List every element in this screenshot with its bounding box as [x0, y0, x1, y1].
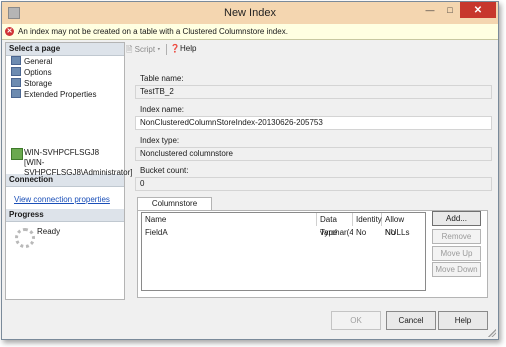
- page-item-options[interactable]: Options: [11, 67, 52, 77]
- index-name-label: Index name:: [140, 105, 185, 114]
- index-type-field[interactable]: Nonclustered columnstore: [135, 147, 492, 161]
- help-label: Help: [179, 44, 197, 53]
- tab-columnstore-columns[interactable]: Columnstore columns: [137, 197, 212, 220]
- index-type-label: Index type:: [140, 136, 180, 145]
- progress-spinner-icon: [15, 228, 35, 248]
- bucket-count-label: Bucket count:: [140, 166, 189, 175]
- remove-column-button[interactable]: Remove: [432, 229, 481, 244]
- page-icon: [11, 56, 21, 65]
- maximize-button[interactable]: □: [440, 2, 460, 18]
- column-header-name[interactable]: Name: [142, 213, 317, 226]
- page-icon: [11, 67, 21, 76]
- page-item-storage[interactable]: Storage: [11, 78, 52, 88]
- select-page-header: Select a page: [6, 43, 124, 56]
- bucket-count-field[interactable]: 0: [135, 177, 492, 191]
- page-item-label: Options: [24, 68, 52, 77]
- view-connection-properties-link[interactable]: View connection properties: [14, 195, 110, 204]
- cancel-button[interactable]: Cancel: [386, 311, 436, 330]
- move-up-button[interactable]: Move Up: [432, 246, 481, 261]
- help-toolbar-button[interactable]: ❓Help: [170, 44, 196, 53]
- toolbar-separator: [166, 44, 167, 55]
- cell-data-type: varchar(40(: [320, 228, 353, 237]
- index-name-field[interactable]: NonClusteredColumnStoreIndex-20130626-20…: [135, 116, 492, 130]
- connection-info: WIN-SVHPCFLSGJ8 [WIN-SVHPCFLSGJ8\Adminis…: [24, 148, 133, 178]
- script-button[interactable]: 🗎 Script ▾: [126, 44, 160, 58]
- page-item-general[interactable]: General: [11, 56, 52, 66]
- progress-status: Ready: [37, 227, 61, 236]
- connection-user: [WIN-SVHPCFLSGJ8\Administrator]: [24, 158, 133, 177]
- page-icon: [11, 78, 21, 87]
- cell-allow-nulls: No: [385, 228, 396, 237]
- cell-identity: No: [356, 228, 367, 237]
- cell-name: FieldA: [145, 228, 168, 237]
- error-icon: ✕: [5, 27, 14, 36]
- page-icon: [11, 89, 21, 98]
- page-item-label: Storage: [24, 79, 53, 88]
- close-button[interactable]: ✕: [460, 2, 496, 18]
- move-down-button[interactable]: Move Down: [432, 262, 481, 277]
- ok-button[interactable]: OK: [331, 311, 381, 330]
- page-item-label: Extended Properties: [24, 90, 97, 99]
- title-bar: New Index — □ ✕: [2, 2, 498, 24]
- table-name-label: Table name:: [140, 74, 184, 83]
- connection-server: WIN-SVHPCFLSGJ8: [24, 148, 100, 157]
- columns-grid[interactable]: Name Data Type Identity Allow NULLs Fiel…: [141, 212, 426, 291]
- page-item-label: General: [24, 57, 53, 66]
- add-column-button[interactable]: Add...: [432, 211, 481, 226]
- server-connection-icon: [11, 148, 23, 160]
- error-banner: ✕ An index may not be created on a table…: [2, 24, 498, 40]
- table-name-field[interactable]: TestTB_2: [135, 85, 492, 99]
- error-message: An index may not be created on a table w…: [18, 27, 288, 36]
- left-pane: Select a page General Options Storage Ex…: [5, 42, 133, 300]
- new-index-dialog: New Index — □ ✕ ✕ An index may not be cr…: [1, 1, 499, 340]
- minimize-button[interactable]: —: [420, 2, 440, 18]
- page-item-extended-properties[interactable]: Extended Properties: [11, 89, 97, 99]
- column-header-allow-nulls[interactable]: Allow NULLs: [382, 213, 425, 237]
- resize-grip-icon[interactable]: [488, 329, 496, 337]
- help-button[interactable]: Help: [438, 311, 488, 330]
- column-header-data-type[interactable]: Data Type: [317, 213, 353, 237]
- script-label: Script: [134, 45, 156, 54]
- column-header-identity[interactable]: Identity: [353, 213, 382, 226]
- progress-header: Progress: [6, 209, 124, 222]
